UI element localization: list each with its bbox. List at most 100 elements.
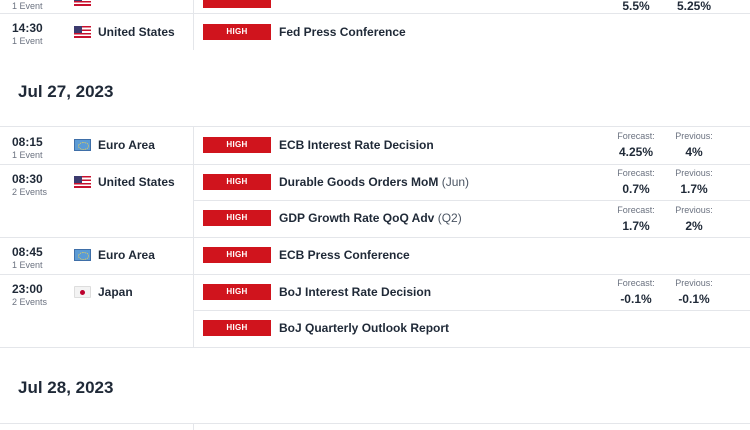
country-cell: United States <box>74 175 175 189</box>
country-name: United States <box>98 175 175 189</box>
forecast-cell: Forecast: 0.7% <box>606 168 666 196</box>
country-name: Japan <box>98 285 133 299</box>
event-title[interactable]: BoJ Quarterly Outlook Report <box>279 321 449 335</box>
event-count: 1 Event <box>12 36 43 46</box>
time-cell: 14:30 1 Event <box>12 21 43 47</box>
row-divider <box>0 237 750 238</box>
column-divider <box>193 14 194 50</box>
event-title[interactable]: ECB Interest Rate Decision <box>279 138 434 152</box>
column-divider <box>193 275 194 347</box>
previous-cell: Previous: 2% <box>664 205 724 233</box>
previous-label: Previous: <box>675 168 713 178</box>
column-divider <box>193 238 194 274</box>
previous-label: Previous: <box>675 205 713 215</box>
event-count: 1 Event <box>12 1 43 11</box>
japan-flag-icon <box>74 286 91 298</box>
previous-cell: Previous: 4% <box>664 131 724 159</box>
previous-cell: Previous: -0.1% <box>664 278 724 306</box>
eu-flag-icon <box>74 139 91 151</box>
column-divider <box>193 127 194 164</box>
time-cell: 23:00 2 Events <box>12 282 47 308</box>
previous-label: Previous: <box>675 131 713 141</box>
impact-badge: HIGH <box>203 284 271 300</box>
us-flag-icon <box>74 26 91 38</box>
event-name[interactable]: BoJ Quarterly Outlook Report <box>279 321 449 335</box>
impact-badge: HIGH <box>203 174 271 190</box>
previous-value: 5.25% <box>676 0 712 13</box>
event-name[interactable]: GDP Growth Rate QoQ Adv <box>279 211 434 225</box>
country-name: Euro Area <box>98 248 155 262</box>
eu-flag-icon <box>74 249 91 261</box>
previous-value: -0.1% <box>678 292 710 306</box>
previous-cell: Previous: 1.7% <box>664 168 724 196</box>
event-time: 14:30 <box>12 21 43 35</box>
previous-value: 4% <box>685 145 703 159</box>
row-divider <box>0 423 750 424</box>
event-time: 08:30 <box>12 172 43 186</box>
event-time: 23:00 <box>12 282 43 296</box>
date-header: Jul 28, 2023 <box>18 378 114 397</box>
row-divider <box>0 164 750 165</box>
event-title[interactable]: Fed Press Conference <box>279 25 406 39</box>
forecast-value: 0.7% <box>622 182 650 196</box>
forecast-label: Forecast: <box>617 205 655 215</box>
event-name[interactable]: ECB Press Conference <box>279 248 410 262</box>
country-name: Euro Area <box>98 138 155 152</box>
event-title[interactable]: GDP Growth Rate QoQ Adv (Q2) <box>279 211 462 225</box>
column-divider <box>193 424 194 430</box>
column-divider <box>193 165 194 237</box>
event-name[interactable]: Durable Goods Orders MoM <box>279 175 438 189</box>
us-flag-icon <box>74 176 91 188</box>
event-name[interactable]: BoJ Interest Rate Decision <box>279 285 431 299</box>
forecast-value: 4.25% <box>618 145 654 159</box>
forecast-label: Forecast: <box>617 131 655 141</box>
column-divider <box>193 0 194 13</box>
forecast-value: -0.1% <box>620 292 652 306</box>
time-cell: 08:30 2 Events <box>12 172 47 198</box>
time-cell: 08:45 1 Event <box>12 245 43 271</box>
row-divider <box>194 200 750 201</box>
event-time: 08:15 <box>12 135 43 149</box>
previous-label: Previous: <box>675 278 713 288</box>
previous-value: 2% <box>685 219 703 233</box>
event-title[interactable]: Durable Goods Orders MoM (Jun) <box>279 175 469 189</box>
event-title[interactable]: ECB Press Conference <box>279 248 410 262</box>
forecast-value: 5.5% <box>622 0 650 13</box>
event-title[interactable]: BoJ Interest Rate Decision <box>279 285 431 299</box>
impact-badge: HIGH <box>203 247 271 263</box>
forecast-value: 1.7% <box>622 219 650 233</box>
forecast-cell: Forecast: -0.1% <box>606 278 666 306</box>
forecast-cell: Forecast: 1.7% <box>606 205 666 233</box>
country-name: United States <box>98 25 175 39</box>
event-count: 1 Event <box>12 260 43 270</box>
event-time: 08:45 <box>12 245 43 259</box>
event-count: 2 Events <box>12 297 48 307</box>
impact-badge: HIGH <box>203 210 271 226</box>
impact-badge: HIGH <box>203 320 271 336</box>
row-divider <box>0 126 750 127</box>
forecast-cell: Forecast: 4.25% <box>606 131 666 159</box>
country-cell: Euro Area <box>74 138 155 152</box>
row-divider <box>0 13 750 14</box>
row-divider <box>0 347 750 348</box>
impact-badge: HIGH <box>203 24 271 40</box>
country-cell: United States <box>74 25 175 39</box>
time-cell: 08:15 1 Event <box>12 135 43 161</box>
event-period: (Q2) <box>437 211 462 225</box>
row-divider <box>0 274 750 275</box>
row-divider <box>194 310 750 311</box>
event-name[interactable]: ECB Interest Rate Decision <box>279 138 434 152</box>
forecast-label: Forecast: <box>617 168 655 178</box>
impact-badge <box>203 0 271 8</box>
country-cell: Euro Area <box>74 248 155 262</box>
country-cell: Japan <box>74 285 133 299</box>
date-header: Jul 27, 2023 <box>18 82 114 101</box>
event-name[interactable]: Fed Press Conference <box>279 25 406 39</box>
event-period: (Jun) <box>441 175 470 189</box>
impact-badge: HIGH <box>203 137 271 153</box>
event-count: 1 Event <box>12 150 43 160</box>
previous-value: 1.7% <box>680 182 708 196</box>
event-count: 2 Events <box>12 187 48 197</box>
us-flag-icon <box>74 0 91 6</box>
forecast-label: Forecast: <box>617 278 655 288</box>
